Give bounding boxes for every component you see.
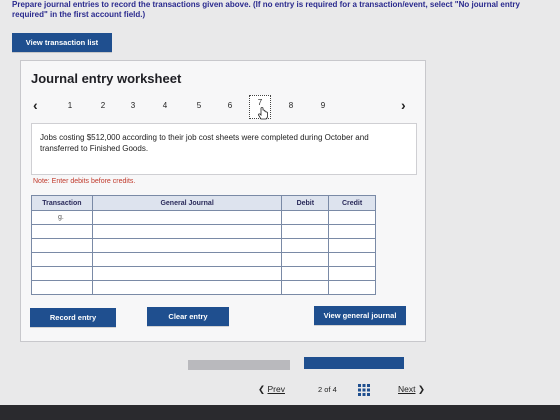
credit-field[interactable] bbox=[328, 210, 376, 225]
page-tab-6[interactable]: 6 bbox=[223, 101, 237, 110]
page-current: 2 bbox=[318, 385, 323, 394]
credit-field[interactable] bbox=[328, 238, 376, 253]
debit-credit-note: Note: Enter debits before credits. bbox=[33, 178, 136, 185]
credit-field[interactable] bbox=[328, 252, 376, 267]
transaction-cell bbox=[31, 252, 93, 267]
clear-entry-button[interactable]: Clear entry bbox=[147, 307, 229, 326]
view-general-journal-button[interactable]: View general journal bbox=[314, 306, 406, 325]
footer-navigation: ❮ Prev 2 of 4 Next ❯ bbox=[0, 372, 560, 408]
column-header-credit: Credit bbox=[328, 195, 376, 211]
page-tab-8[interactable]: 8 bbox=[284, 101, 298, 110]
page-tab-9[interactable]: 9 bbox=[316, 101, 330, 110]
hand-pointer-icon bbox=[258, 107, 268, 120]
screen-bezel bbox=[0, 405, 560, 420]
account-field[interactable] bbox=[91, 266, 283, 281]
page-tab-3[interactable]: 3 bbox=[126, 101, 140, 110]
prev-link[interactable]: ❮ Prev bbox=[258, 384, 285, 395]
problem-statement: Jobs costing $512,000 according to their… bbox=[40, 133, 369, 153]
next-link[interactable]: Next ❯ bbox=[398, 384, 425, 395]
next-page-arrow-icon[interactable]: › bbox=[401, 97, 406, 113]
account-field[interactable] bbox=[91, 238, 283, 253]
page-total: 4 bbox=[332, 385, 337, 394]
chevron-right-icon: ❯ bbox=[417, 384, 425, 394]
partial-gray-button[interactable] bbox=[188, 360, 290, 370]
credit-field[interactable] bbox=[328, 224, 376, 239]
table-row bbox=[31, 266, 376, 281]
page-tab-2[interactable]: 2 bbox=[96, 101, 110, 110]
grid-menu-icon[interactable] bbox=[358, 384, 370, 396]
partial-blue-button[interactable] bbox=[304, 357, 404, 369]
table-row bbox=[31, 252, 376, 267]
page-indicator: 2 of 4 bbox=[318, 385, 337, 394]
debit-field[interactable] bbox=[281, 210, 330, 225]
worksheet-pager: ‹ 1 2 3 4 5 6 7 8 9 › bbox=[21, 95, 425, 119]
instructions-text: Prepare journal entries to record the tr… bbox=[12, 0, 520, 19]
debit-field[interactable] bbox=[281, 280, 330, 295]
view-transaction-list-button[interactable]: View transaction list bbox=[12, 33, 112, 52]
account-field[interactable] bbox=[91, 210, 283, 225]
prev-page-arrow-icon[interactable]: ‹ bbox=[33, 97, 38, 113]
account-field[interactable] bbox=[91, 252, 283, 267]
credit-field[interactable] bbox=[328, 266, 376, 281]
table-row bbox=[31, 238, 376, 253]
record-entry-button[interactable]: Record entry bbox=[30, 308, 116, 327]
debit-field[interactable] bbox=[281, 238, 330, 253]
transaction-cell bbox=[31, 224, 93, 239]
journal-table: Transaction General Journal Debit Credit… bbox=[31, 195, 376, 295]
transaction-cell: g. bbox=[31, 210, 93, 225]
column-header-debit: Debit bbox=[281, 195, 330, 211]
table-row bbox=[31, 224, 376, 239]
column-header-transaction: Transaction bbox=[31, 195, 93, 211]
debit-field[interactable] bbox=[281, 266, 330, 281]
chevron-left-icon: ❮ bbox=[258, 384, 266, 394]
journal-entry-worksheet: Journal entry worksheet ‹ 1 2 3 4 5 6 7 … bbox=[20, 60, 426, 342]
column-header-general-journal: General Journal bbox=[91, 195, 283, 211]
transaction-cell bbox=[31, 266, 93, 281]
prev-label: Prev bbox=[267, 384, 285, 394]
page-of-label: of bbox=[324, 385, 331, 394]
account-field[interactable] bbox=[91, 280, 283, 295]
account-field[interactable] bbox=[91, 224, 283, 239]
page-tab-5[interactable]: 5 bbox=[192, 101, 206, 110]
page-tab-1[interactable]: 1 bbox=[63, 101, 77, 110]
table-row: g. bbox=[31, 210, 376, 225]
credit-field[interactable] bbox=[328, 280, 376, 295]
problem-statement-box: Jobs costing $512,000 according to their… bbox=[31, 123, 417, 175]
transaction-cell bbox=[31, 280, 93, 295]
page-tab-4[interactable]: 4 bbox=[158, 101, 172, 110]
worksheet-title: Journal entry worksheet bbox=[31, 71, 182, 86]
next-label: Next bbox=[398, 384, 416, 394]
debit-field[interactable] bbox=[281, 252, 330, 267]
debit-field[interactable] bbox=[281, 224, 330, 239]
table-row bbox=[31, 280, 376, 295]
transaction-cell bbox=[31, 238, 93, 253]
